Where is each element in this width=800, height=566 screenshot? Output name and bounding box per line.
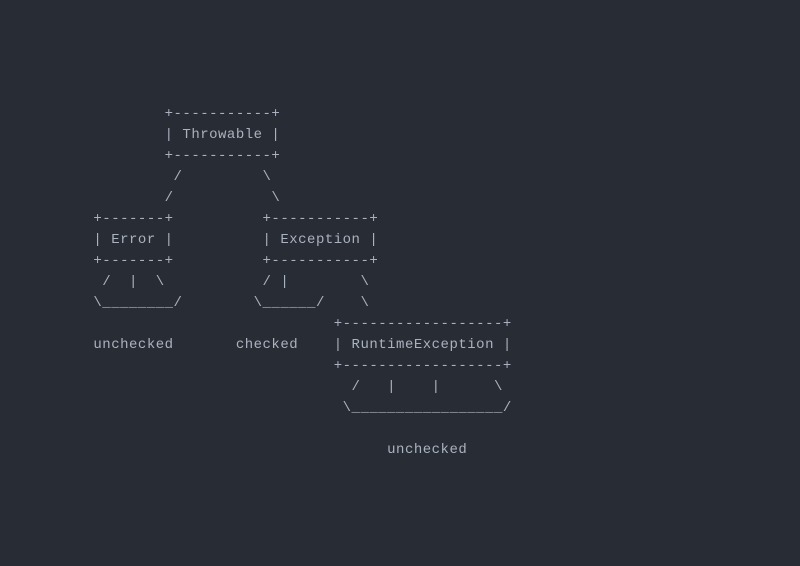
exception-hierarchy-diagram: +-----------+ | Throwable | +-----------… bbox=[40, 104, 760, 461]
